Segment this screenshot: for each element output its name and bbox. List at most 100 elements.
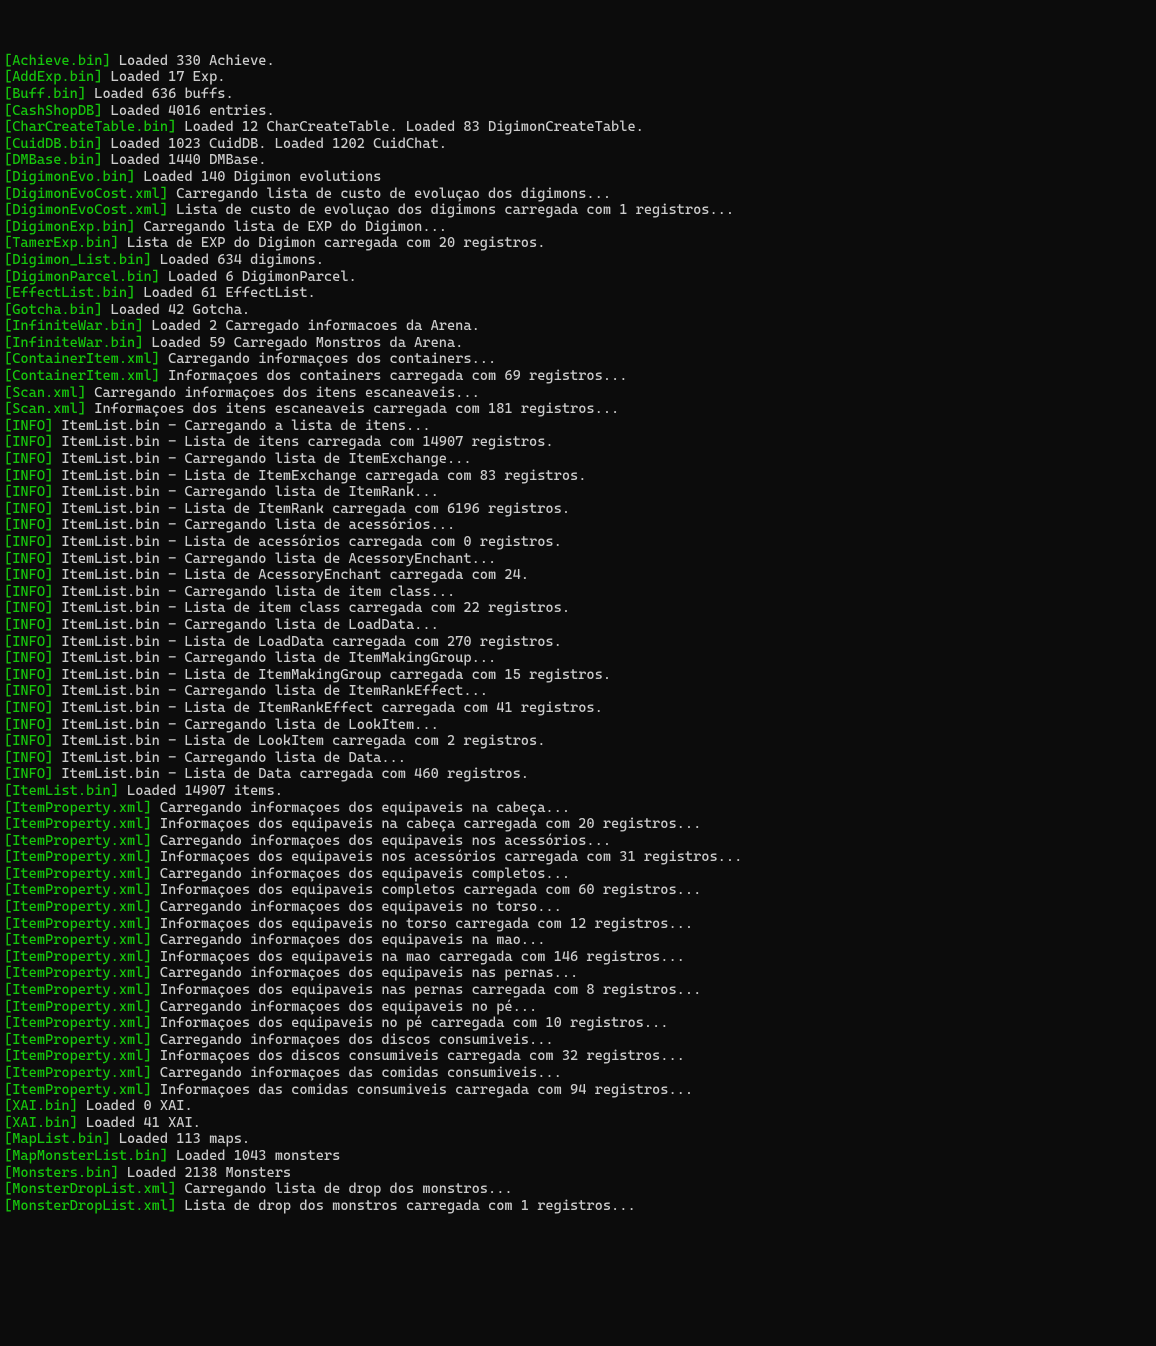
log-line: [INFO] ItemList.bin - Carregando lista d… [4,617,1152,634]
log-line: [INFO] ItemList.bin - Lista de ItemRank … [4,501,1152,518]
log-message: Loaded 41 XAI. [78,1115,201,1131]
log-message: ItemList.bin - Lista de acessórios carre… [53,534,562,550]
log-line: [ItemProperty.xml] Informaçoes dos equip… [4,949,1152,966]
log-line: [ContainerItem.xml] Informaçoes dos cont… [4,368,1152,385]
log-message: Lista de custo de evoluçao dos digimons … [168,202,734,218]
log-message: ItemList.bin - Lista de Data carregada c… [53,766,529,782]
log-message: Loaded 634 digimons. [152,252,324,268]
log-message: ItemList.bin - Carregando lista de Data.… [53,750,406,766]
log-message: Lista de EXP do Digimon carregada com 20… [119,235,546,251]
log-line: [ItemProperty.xml] Informaçoes dos equip… [4,1015,1152,1032]
log-message: Loaded 140 Digimon evolutions [135,169,381,185]
log-line: [INFO] ItemList.bin - Lista de ItemRankE… [4,700,1152,717]
log-message: ItemList.bin - Carregando lista de Acess… [53,551,496,567]
log-line: [InfiniteWar.bin] Loaded 2 Carregado inf… [4,318,1152,335]
log-message: Loaded 17 Exp. [102,69,225,85]
log-line: [DigimonEvoCost.xml] Lista de custo de e… [4,202,1152,219]
log-tag: [AddExp.bin] [4,69,102,85]
log-message: Informaçoes dos equipaveis nas pernas ca… [152,982,702,998]
log-message: Loaded 0 XAI. [78,1098,193,1114]
log-message: Loaded 61 EffectList. [135,285,315,301]
log-line: [INFO] ItemList.bin - Lista de itens car… [4,434,1152,451]
log-line: [ItemProperty.xml] Informaçoes das comid… [4,1082,1152,1099]
log-line: [ItemProperty.xml] Informaçoes dos equip… [4,816,1152,833]
log-line: [INFO] ItemList.bin - Carregando lista d… [4,717,1152,734]
log-message: ItemList.bin - Carregando lista de ItemR… [53,683,488,699]
log-message: Informaçoes dos equipaveis nos acessório… [152,849,743,865]
log-message: Carregando informaçoes dos containers... [160,351,496,367]
log-message: ItemList.bin - Carregando lista de ItemR… [53,484,439,500]
log-line: [ContainerItem.xml] Carregando informaço… [4,351,1152,368]
log-line: [MapList.bin] Loaded 113 maps. [4,1131,1152,1148]
log-line: [INFO] ItemList.bin - Carregando lista d… [4,650,1152,667]
log-tag: [ItemProperty.xml] [4,849,152,865]
log-line: [ItemProperty.xml] Informaçoes dos disco… [4,1048,1152,1065]
log-message: ItemList.bin - Carregando lista de ItemE… [53,451,471,467]
log-tag: [INFO] [4,468,53,484]
log-line: [ItemProperty.xml] Carregando informaçoe… [4,999,1152,1016]
log-line: [MapMonsterList.bin] Loaded 1043 monster… [4,1148,1152,1165]
log-line: [Scan.xml] Carregando informaçoes dos it… [4,385,1152,402]
log-line: [DigimonEvoCost.xml] Carregando lista de… [4,186,1152,203]
log-line: [ItemProperty.xml] Carregando informaçoe… [4,800,1152,817]
log-line: [INFO] ItemList.bin - Lista de ItemExcha… [4,468,1152,485]
log-tag: [ItemProperty.xml] [4,1015,152,1031]
log-message: ItemList.bin - Lista de ItemRank carrega… [53,501,570,517]
log-message: Loaded 12 CharCreateTable. Loaded 83 Dig… [176,119,644,135]
log-tag: [ItemProperty.xml] [4,999,152,1015]
log-tag: [ItemProperty.xml] [4,866,152,882]
log-tag: [INFO] [4,650,53,666]
log-message: Carregando informaçoes dos equipaveis no… [152,833,611,849]
log-tag: [Achieve.bin] [4,53,111,69]
log-tag: [InfiniteWar.bin] [4,335,143,351]
log-line: [DigimonExp.bin] Carregando lista de EXP… [4,219,1152,236]
log-tag: [DigimonEvo.bin] [4,169,135,185]
log-line: [ItemProperty.xml] Informaçoes dos equip… [4,982,1152,999]
log-line: [Achieve.bin] Loaded 330 Achieve. [4,53,1152,70]
log-message: Loaded 1043 monsters [168,1148,340,1164]
log-message: Informaçoes dos equipaveis completos car… [152,882,702,898]
log-message: ItemList.bin - Lista de item class carre… [53,600,570,616]
log-tag: [ItemProperty.xml] [4,982,152,998]
log-message: Loaded 1440 DMBase. [102,152,266,168]
log-tag: [DigimonParcel.bin] [4,269,160,285]
log-line: [ItemProperty.xml] Informaçoes dos equip… [4,849,1152,866]
log-line: [INFO] ItemList.bin - Lista de Data carr… [4,766,1152,783]
log-line: [Monsters.bin] Loaded 2138 Monsters [4,1165,1152,1182]
log-message: ItemList.bin - Carregando lista de item … [53,584,455,600]
console-output: [Achieve.bin] Loaded 330 Achieve.[AddExp… [4,53,1152,1215]
log-message: Carregando informaçoes das comidas consu… [152,1065,562,1081]
log-message: Loaded 4016 entries. [102,103,274,119]
log-tag: [INFO] [4,717,53,733]
log-tag: [ItemProperty.xml] [4,833,152,849]
log-line: [DMBase.bin] Loaded 1440 DMBase. [4,152,1152,169]
log-message: Informaçoes dos equipaveis no pé carrega… [152,1015,669,1031]
log-tag: [ItemProperty.xml] [4,1032,152,1048]
log-message: ItemList.bin - Lista de LoadData carrega… [53,634,562,650]
log-line: [INFO] ItemList.bin - Lista de ItemMakin… [4,667,1152,684]
log-line: [ItemProperty.xml] Informaçoes dos equip… [4,882,1152,899]
log-tag: [ItemProperty.xml] [4,882,152,898]
log-line: [INFO] ItemList.bin - Carregando lista d… [4,584,1152,601]
log-tag: [DigimonEvoCost.xml] [4,202,168,218]
log-message: ItemList.bin - Lista de ItemMakingGroup … [53,667,611,683]
log-tag: [ItemProperty.xml] [4,1065,152,1081]
log-tag: [INFO] [4,517,53,533]
log-message: Informaçoes dos equipaveis na mao carreg… [152,949,685,965]
log-message: Loaded 6 DigimonParcel. [160,269,357,285]
log-message: ItemList.bin - Lista de AcessoryEnchant … [53,567,529,583]
log-line: [ItemProperty.xml] Carregando informaçoe… [4,1032,1152,1049]
log-line: [INFO] ItemList.bin - Carregando lista d… [4,750,1152,767]
log-tag: [ContainerItem.xml] [4,351,160,367]
log-tag: [ItemList.bin] [4,783,119,799]
log-message: Loaded 14907 items. [119,783,283,799]
log-message: Carregando lista de drop dos monstros... [176,1181,512,1197]
log-line: [TamerExp.bin] Lista de EXP do Digimon c… [4,235,1152,252]
log-tag: [DigimonExp.bin] [4,219,135,235]
log-line: [CuidDB.bin] Loaded 1023 CuidDB. Loaded … [4,136,1152,153]
log-message: Loaded 330 Achieve. [111,53,275,69]
log-message: Loaded 1023 CuidDB. Loaded 1202 CuidChat… [102,136,447,152]
log-tag: [XAI.bin] [4,1115,78,1131]
log-tag: [INFO] [4,584,53,600]
log-line: [INFO] ItemList.bin - Lista de acessório… [4,534,1152,551]
